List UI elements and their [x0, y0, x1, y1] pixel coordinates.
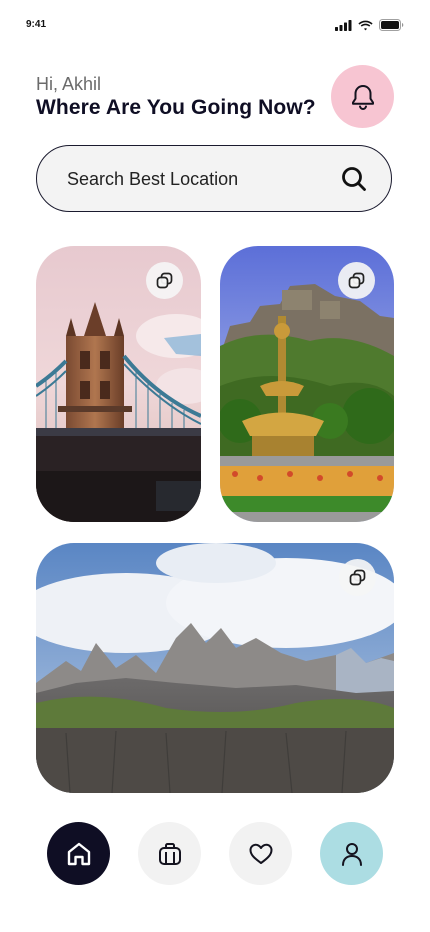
status-bar: 9:41 [0, 0, 430, 46]
copy-button[interactable] [146, 262, 183, 299]
destination-card-castle-fountain[interactable] [220, 246, 394, 522]
nav-home-button[interactable] [47, 822, 110, 885]
bell-icon [351, 84, 374, 110]
copy-icon [349, 569, 366, 586]
nav-profile-button[interactable] [320, 822, 383, 885]
cellular-signal-icon [335, 19, 352, 31]
bag-icon [158, 842, 181, 865]
wifi-icon [358, 20, 373, 30]
bottom-navigation [0, 822, 430, 888]
nav-favorites-button[interactable] [229, 822, 292, 885]
copy-button[interactable] [339, 559, 376, 596]
notification-button[interactable] [331, 65, 394, 128]
heart-icon [249, 843, 272, 864]
copy-icon [348, 272, 365, 289]
page-title: Where Are You Going Now? [36, 96, 316, 119]
nav-bag-button[interactable] [138, 822, 201, 885]
battery-icon [379, 19, 404, 31]
copy-icon [156, 272, 173, 289]
search-icon[interactable] [341, 166, 367, 192]
user-icon [341, 842, 362, 866]
search-input[interactable] [65, 146, 329, 212]
search-bar[interactable] [36, 145, 392, 212]
home-icon [67, 842, 90, 865]
status-icons [335, 18, 404, 32]
copy-button[interactable] [338, 262, 375, 299]
greeting-text: Hi, Akhil [36, 74, 102, 94]
destination-card-tower-bridge[interactable] [36, 246, 201, 522]
destination-card-mountains[interactable] [36, 543, 394, 793]
status-time: 9:41 [26, 19, 47, 30]
